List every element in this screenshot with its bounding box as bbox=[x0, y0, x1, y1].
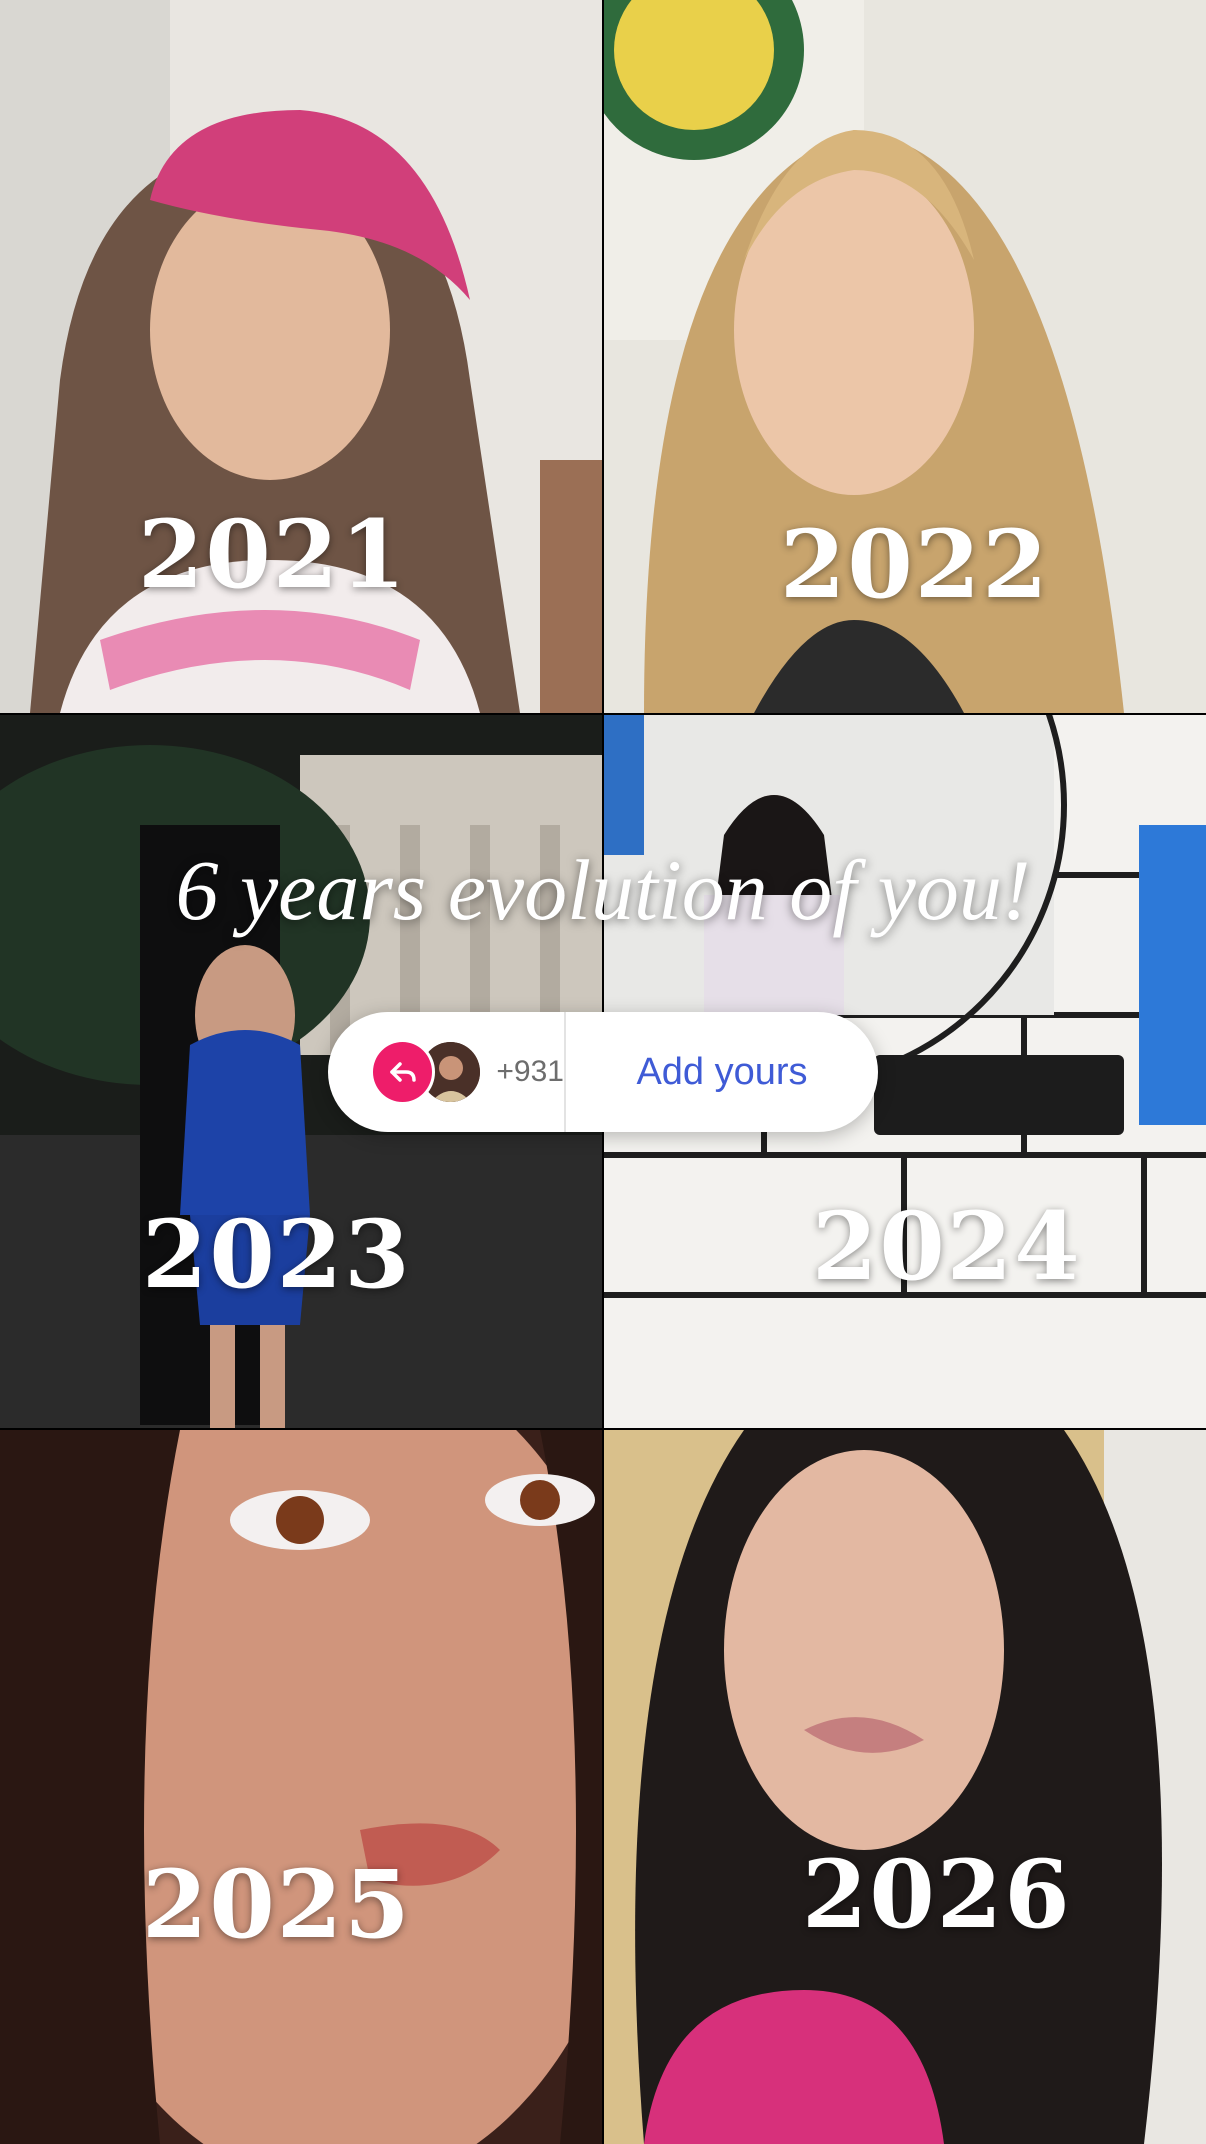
add-yours-button[interactable]: Add yours bbox=[566, 1051, 878, 1094]
year-label-2021: 2021 bbox=[138, 500, 408, 610]
year-label-2023: 2023 bbox=[142, 1200, 412, 1310]
photo-2026 bbox=[604, 1430, 1206, 2144]
photo-2025 bbox=[0, 1430, 602, 2144]
participants-summary[interactable]: +931 bbox=[328, 1012, 564, 1132]
year-label-2025: 2025 bbox=[142, 1850, 412, 1960]
add-yours-sticker[interactable]: +931 Add yours bbox=[328, 1012, 878, 1132]
story-viewer[interactable]: 2021 2022 2023 2024 2025 2026 6 years ev… bbox=[0, 0, 1206, 2144]
reply-arrow-icon bbox=[370, 1039, 436, 1105]
participant-count: +931 bbox=[496, 1055, 564, 1088]
year-label-2022: 2022 bbox=[780, 510, 1050, 620]
year-label-2026: 2026 bbox=[802, 1840, 1072, 1950]
year-label-2024: 2024 bbox=[812, 1192, 1082, 1302]
story-headline: 6 years evolution of you! bbox=[175, 842, 1031, 938]
